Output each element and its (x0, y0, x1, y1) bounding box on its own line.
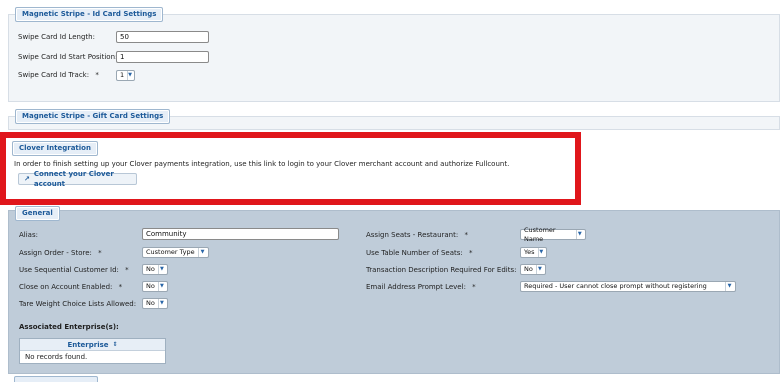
close-account-label: Close on Account Enabled: * (19, 283, 122, 291)
transaction-description-text: Transaction Description Required For Edi… (366, 266, 517, 274)
chevron-down-icon: ▼ (725, 282, 733, 291)
swipe-start-label: Swipe Card Id Start Position: (18, 53, 118, 61)
alias-input[interactable]: Community (142, 228, 339, 240)
assign-order-select[interactable]: Customer Type ▼ (142, 247, 209, 258)
transaction-description-label: Transaction Description Required For Edi… (366, 266, 526, 274)
next-panel-tab[interactable] (14, 376, 98, 382)
close-account-text: Close on Account Enabled: (19, 283, 113, 291)
enterprise-column-header[interactable]: Enterprise ⇕ (20, 339, 165, 351)
close-account-select[interactable]: No ▼ (142, 281, 168, 292)
swipe-start-input[interactable]: 1 (116, 51, 209, 63)
empty-row: No records found. (25, 353, 88, 361)
required-mark: * (468, 249, 473, 257)
swipe-track-label: Swipe Card Id Track: * (18, 71, 99, 79)
chevron-down-icon: ▼ (198, 248, 206, 257)
table-seats-value: Yes (524, 248, 535, 256)
enterprise-column-label: Enterprise (67, 340, 109, 349)
sequential-text: Use Sequential Customer Id: (19, 266, 119, 274)
assign-seats-select[interactable]: Customer Name ▼ (520, 226, 586, 243)
chevron-down-icon: ▼ (127, 71, 132, 80)
tare-weight-select[interactable]: No ▼ (142, 298, 168, 309)
assign-seats-text: Assign Seats - Restaurant: (366, 231, 459, 239)
transaction-description-value: No (524, 265, 533, 273)
id-card-settings-panel: Magnetic Stripe - Id Card Settings Swipe… (8, 7, 780, 102)
sequential-select[interactable]: No ▼ (142, 264, 168, 275)
close-account-value: No (146, 282, 155, 290)
email-prompt-text: Email Address Prompt Level: (366, 283, 466, 291)
tare-weight-value: No (146, 299, 155, 307)
table-seats-text: Use Table Number of Seats: (366, 249, 463, 257)
swipe-track-value: 1 (120, 71, 125, 79)
chevron-down-icon: ▼ (575, 230, 583, 239)
tare-weight-text: Tare Weight Choice Lists Allowed: (19, 300, 137, 308)
swipe-length-label: Swipe Card Id Length: (18, 33, 95, 41)
general-title[interactable]: General (15, 206, 60, 221)
table-seats-select[interactable]: Yes ▼ (520, 247, 547, 258)
email-prompt-select[interactable]: Required - User cannot close prompt with… (520, 281, 736, 292)
sequential-label: Use Sequential Customer Id: * (19, 266, 129, 274)
swipe-track-label-text: Swipe Card Id Track: (18, 71, 90, 79)
email-prompt-label: Email Address Prompt Level: * (366, 283, 476, 291)
chevron-down-icon: ▼ (157, 282, 165, 291)
transaction-description-select[interactable]: No ▼ (520, 264, 546, 275)
required-mark: * (118, 283, 123, 291)
assign-seats-label: Assign Seats - Restaurant: * (366, 231, 468, 239)
general-panel: General Alias: Community Assign Order - … (8, 206, 780, 374)
assign-order-value: Customer Type (146, 248, 195, 256)
required-mark: * (95, 71, 99, 79)
chevron-down-icon: ▼ (157, 265, 165, 274)
associated-enterprises-label: Associated Enterprise(s): (19, 323, 119, 331)
assign-order-text: Assign Order - Store: (19, 249, 92, 257)
assign-seats-value: Customer Name (524, 225, 556, 243)
required-mark: * (125, 266, 129, 274)
chevron-down-icon: ▼ (535, 265, 543, 274)
highlight-box (0, 132, 581, 205)
chevron-down-icon: ▼ (537, 248, 544, 257)
email-prompt-value: Required - User cannot close prompt with… (524, 282, 707, 290)
sequential-value: No (146, 265, 155, 273)
swipe-track-select[interactable]: 1 ▼ (116, 70, 135, 81)
required-mark: * (98, 249, 102, 257)
table-seats-label: Use Table Number of Seats: * (366, 249, 472, 257)
chevron-down-icon: ▼ (157, 299, 165, 308)
required-mark: * (464, 231, 468, 239)
id-card-settings-title[interactable]: Magnetic Stripe - Id Card Settings (15, 7, 164, 22)
sort-icon: ⇕ (112, 341, 118, 348)
gift-card-settings-panel: Magnetic Stripe - Gift Card Settings (8, 109, 780, 130)
tare-weight-label: Tare Weight Choice Lists Allowed: * (19, 300, 146, 308)
gift-card-settings-title[interactable]: Magnetic Stripe - Gift Card Settings (15, 109, 171, 124)
swipe-length-input[interactable]: 50 (116, 31, 209, 43)
enterprise-grid: Enterprise ⇕ No records found. (19, 338, 166, 364)
alias-label: Alias: (19, 231, 38, 239)
assign-order-label: Assign Order - Store: * (19, 249, 102, 257)
required-mark: * (472, 283, 476, 291)
